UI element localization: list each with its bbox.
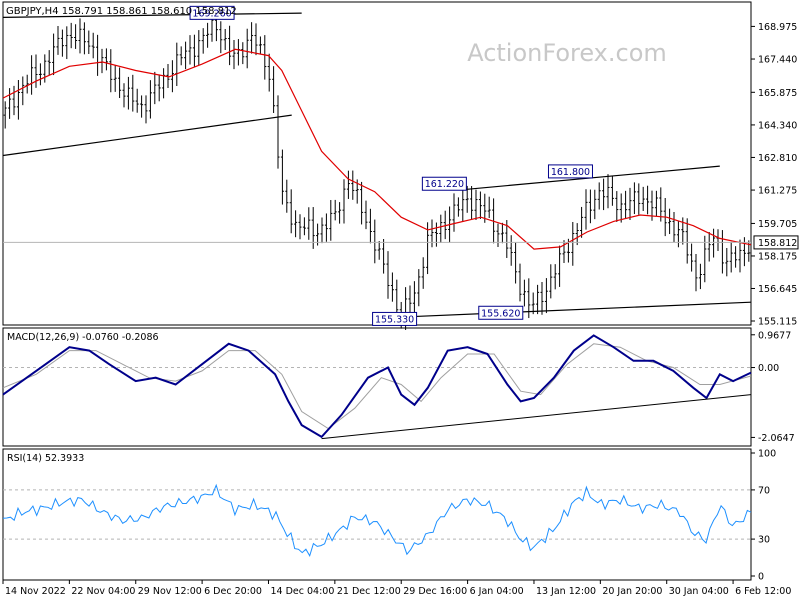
macd-axis-tick-label: 0.00 [758, 363, 779, 374]
rsi-frame [2, 448, 752, 581]
time-tick-label: 21 Dec 12:00 [337, 586, 401, 597]
rsi-axis-tick-label: 70 [758, 485, 770, 496]
price-axis-tick-label: 167.440 [758, 55, 797, 66]
price-axis-tick-label: 168.975 [758, 22, 797, 33]
time-tick-label: 30 Jan 04:00 [669, 586, 729, 597]
rsi-title: RSI(14) 52.3933 [7, 453, 84, 464]
time-tick-label: 29 Dec 16:00 [403, 586, 467, 597]
rsi-axis-tick-label: 100 [758, 449, 776, 460]
macd-axis-tick-label: 0.9677 [758, 330, 791, 341]
time-tick-label: 14 Nov 2022 [5, 586, 66, 597]
price-axis-tick-label: 165.875 [758, 88, 797, 99]
time-tick-label: 29 Nov 12:00 [138, 586, 202, 597]
macd-panel: 0.9677 0.00 -2.0647 MACD(12,26,9) -0.0760 -… [2, 330, 795, 444]
time-tick-label: 22 Nov 04:00 [71, 586, 135, 597]
watermark: ActionForex.com [467, 39, 667, 67]
price-axis-tick-label: 156.645 [758, 284, 797, 295]
time-tick-label: 6 Dec 20:00 [204, 586, 262, 597]
macd-axis-tick-label: -2.0647 [758, 433, 795, 444]
symbol-header: GBPJPY,H4 158.791 158.861 158.610 158.81… [6, 6, 237, 17]
chart-canvas: ActionForex.com 168.975 167.440 165.875 164… [2, 1, 799, 597]
price-label-text: 155.620 [481, 308, 520, 319]
price-label-text: 161.220 [425, 179, 464, 190]
price-axis-tick-label: 155.115 [758, 317, 797, 328]
macd-line [2, 334, 752, 439]
price-axis-tick-label: 158.175 [758, 251, 797, 262]
time-tick-label: 6 Jan 04:00 [470, 586, 524, 597]
price-trendline [2, 114, 292, 157]
time-tick-label: 13 Jan 12:00 [536, 586, 596, 597]
macd-frame [2, 327, 752, 447]
current-price-label: 158.812 [758, 238, 797, 249]
macd-title: MACD(12,26,9) -0.0760 -0.2086 [7, 332, 159, 343]
rsi-line [2, 483, 752, 558]
price-axis-tick-label: 159.705 [758, 219, 797, 230]
macd-signal-line [2, 343, 752, 430]
time-axis: 14 Nov 2022 22 Nov 04:00 29 Nov 12:00 6 Dec… [2, 580, 791, 597]
time-tick-label: 14 Dec 04:00 [270, 586, 334, 597]
time-tick-label: 20 Jan 20:00 [602, 586, 662, 597]
price-label-text: 155.330 [375, 314, 414, 325]
price-axis-tick-label: 162.810 [758, 153, 797, 164]
rsi-axis-tick-label: 0 [758, 572, 764, 583]
price-panel: 168.975 167.440 165.875 164.340 162.810 161.2… [2, 5, 799, 330]
time-tick-label: 6 Feb 12:00 [735, 586, 791, 597]
macd-trendline [321, 394, 752, 440]
rsi-panel: 100 70 30 0 RSI(14) 52.3933 [2, 449, 776, 583]
price-axis-tick-label: 161.275 [758, 186, 797, 197]
rsi-axis-tick-label: 30 [758, 535, 770, 546]
watermark-text: ActionForex.com [467, 39, 667, 67]
price-label-text: 161.800 [551, 167, 590, 178]
price-axis-tick-label: 164.340 [758, 120, 797, 131]
price-trendline [401, 301, 752, 318]
